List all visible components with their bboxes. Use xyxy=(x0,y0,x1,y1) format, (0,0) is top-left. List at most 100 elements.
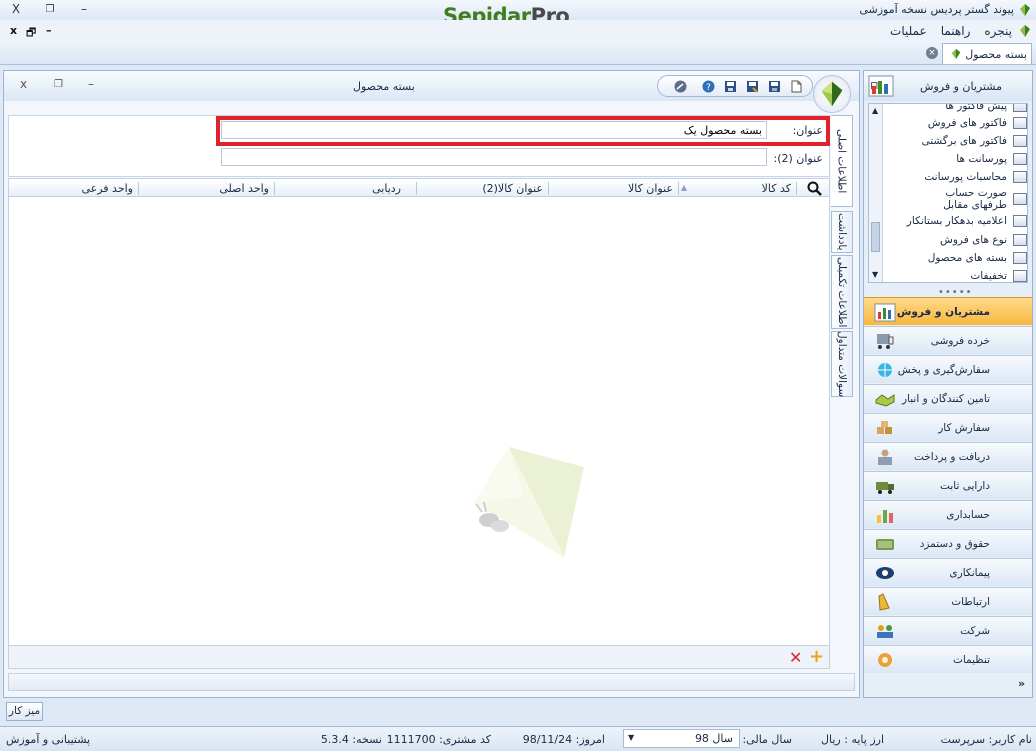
window-title-bar: x ❐ – بسته محصول ? xyxy=(4,71,859,113)
module-contracting[interactable]: پیمانکاری xyxy=(864,558,1032,586)
module-suppliers-warehouse[interactable]: تامین کنندگان و انبار xyxy=(864,384,1032,412)
menu-operations[interactable]: عملیات xyxy=(890,24,927,38)
status-version: نسخه: 5.3.4 xyxy=(320,733,382,746)
title-bar: پیوند گستر پردیس نسخه آموزشی SepidarPro … xyxy=(0,0,1036,28)
subitem-product-bundles[interactable]: بسته های محصول xyxy=(889,252,1027,264)
module-receipts-payments[interactable]: دریافت و پرداخت xyxy=(864,442,1032,470)
column-separator xyxy=(796,182,797,195)
watermark-logo-icon xyxy=(474,447,584,557)
vertical-scrollbar[interactable]: ▲ ▼ xyxy=(869,104,883,282)
items-grid-body[interactable] xyxy=(8,197,830,645)
fiscal-year-select[interactable]: سال 98 ▼ xyxy=(623,729,740,748)
tab-faq-label: سوالات متداول xyxy=(836,330,848,398)
module-company[interactable]: شرکت xyxy=(864,616,1032,644)
module-subitems-list: ▲ ▼ پیش فاکتور ها فاکتور های فروش فاکتور… xyxy=(868,103,1028,283)
save-icon[interactable] xyxy=(768,80,781,93)
tab-main-info[interactable]: اطلاعات اصلی xyxy=(831,115,853,207)
mdi-close-button[interactable]: x xyxy=(10,24,17,37)
new-document-icon[interactable] xyxy=(790,80,803,93)
restore-window-button[interactable]: ❐ xyxy=(42,4,58,15)
desktop-button[interactable]: میز کار xyxy=(6,702,43,721)
save-new-icon[interactable] xyxy=(746,80,759,93)
subitem-discounts[interactable]: تخفیفات xyxy=(889,270,1027,282)
svg-text:?: ? xyxy=(706,83,711,93)
navigation-pane: مشتریان و فروش ⊓ ▲ ▼ پیش فاکتور ها فاکتو… xyxy=(863,70,1033,698)
subitem-commissions[interactable]: پورسانت ها xyxy=(889,153,1027,165)
form-icon xyxy=(1013,270,1027,282)
add-row-icon[interactable]: + xyxy=(809,646,824,667)
subitem-debit-credit-notes[interactable]: اعلامیه بدهکار بستانکار xyxy=(889,215,1027,227)
scroll-down-icon[interactable]: ▼ xyxy=(872,270,878,279)
status-support[interactable]: پشتیبانی و آموزش xyxy=(6,733,90,746)
scroll-thumb[interactable] xyxy=(871,222,880,252)
cart-icon xyxy=(877,334,894,349)
column-item-title2[interactable]: عنوان کالا(2) xyxy=(482,182,543,195)
module-customers-sales[interactable]: مشتریان و فروش xyxy=(864,297,1032,325)
column-item-code[interactable]: کد کالا xyxy=(762,182,791,195)
status-base-currency: ارز پایه : ریال xyxy=(821,733,884,746)
pin-icon[interactable]: ⊓ xyxy=(870,79,879,92)
subitem-proforma[interactable]: پیش فاکتور ها xyxy=(889,104,1027,112)
settings-icon[interactable] xyxy=(674,80,687,93)
module-accounting[interactable]: حسابداری xyxy=(864,500,1032,528)
eye-icon xyxy=(876,567,894,579)
close-window-button[interactable]: X xyxy=(8,2,24,16)
subitem-party-statements[interactable]: صورت حساب طرفهای مقابل xyxy=(915,187,1027,211)
save-as-icon[interactable] xyxy=(724,80,737,93)
menu-help[interactable]: راهنما xyxy=(941,24,971,38)
module-communications[interactable]: ارتباطات xyxy=(864,587,1032,615)
scroll-up-icon[interactable]: ▲ xyxy=(872,106,878,115)
nav-more-icon[interactable]: » xyxy=(1018,677,1025,690)
subitem-commission-calc[interactable]: محاسبات پورسانت xyxy=(889,171,1027,183)
menu-items: عملیات راهنما پنجره xyxy=(890,24,1012,38)
search-icon[interactable] xyxy=(807,181,823,196)
subitem-label: تخفیفات xyxy=(970,270,1007,282)
form-icon xyxy=(1013,135,1027,147)
window-close-button[interactable]: x xyxy=(20,77,27,91)
tab-additional-info-label: اطلاعات تکمیلی xyxy=(836,256,848,328)
tab-faq[interactable]: سوالات متداول xyxy=(831,331,853,397)
column-separator xyxy=(678,182,679,195)
delete-row-icon[interactable]: ✕ xyxy=(789,648,802,667)
title2-input[interactable] xyxy=(221,148,767,166)
status-today: امروز: 98/11/24 xyxy=(522,733,605,746)
sepidar-logo-icon xyxy=(813,75,851,113)
app-logo-icon xyxy=(1020,4,1030,16)
window-restore-button[interactable]: ❐ xyxy=(54,79,63,90)
module-payroll[interactable]: حقوق و دستمزد xyxy=(864,529,1032,557)
form-icon xyxy=(1013,171,1027,183)
column-sub-unit[interactable]: واحد فرعی xyxy=(82,182,134,195)
tab-additional-info[interactable]: اطلاعات تکمیلی xyxy=(831,255,853,329)
people-icon xyxy=(877,625,893,638)
items-grid-footer: ✕ + xyxy=(8,645,830,669)
truck-icon xyxy=(876,482,894,494)
module-fixed-assets[interactable]: دارایی ثابت xyxy=(864,471,1032,499)
subitem-return-invoices[interactable]: فاکتور های برگشتی xyxy=(889,135,1027,147)
status-bar: نام کاربر: سرپرست ارز پایه : ریال سال ما… xyxy=(0,726,1036,751)
window-minimize-button[interactable]: – xyxy=(88,77,94,91)
horizontal-scrollbar[interactable] xyxy=(8,673,855,691)
tab-notes[interactable]: یادداشت xyxy=(831,211,853,253)
subitem-sale-types[interactable]: نوع های فروش xyxy=(889,234,1027,246)
pen-icon xyxy=(878,593,890,611)
column-separator xyxy=(548,182,549,195)
form-icon xyxy=(1013,215,1027,227)
minimize-window-button[interactable]: – xyxy=(76,2,92,16)
module-work-orders[interactable]: سفارش کار xyxy=(864,413,1032,441)
column-item-title[interactable]: عنوان کالا xyxy=(628,182,673,195)
module-retail[interactable]: خرده فروشی xyxy=(864,326,1032,354)
product-bundle-window: x ❐ – بسته محصول ? عنوان: عنوان (2): کد … xyxy=(3,70,860,698)
mdi-minimize-button[interactable]: – xyxy=(46,24,52,37)
tab-close-icon[interactable]: × xyxy=(926,47,938,59)
column-separator xyxy=(274,182,275,195)
column-main-unit[interactable]: واحد اصلی xyxy=(219,182,269,195)
menu-window[interactable]: پنجره xyxy=(984,24,1012,38)
tab-product-bundle[interactable]: بسته محصول xyxy=(942,43,1032,64)
module-label: ارتباطات xyxy=(951,595,990,608)
column-tracking[interactable]: ردیابی xyxy=(372,182,401,195)
help-icon[interactable]: ? xyxy=(702,80,715,93)
module-ordering-distribution[interactable]: سفارش‌گیری و پخش xyxy=(864,355,1032,383)
subitem-sales-invoices[interactable]: فاکتور های فروش xyxy=(889,117,1027,129)
status-username: نام کاربر: سرپرست xyxy=(940,733,1032,746)
module-settings[interactable]: تنظیمات xyxy=(864,645,1032,673)
